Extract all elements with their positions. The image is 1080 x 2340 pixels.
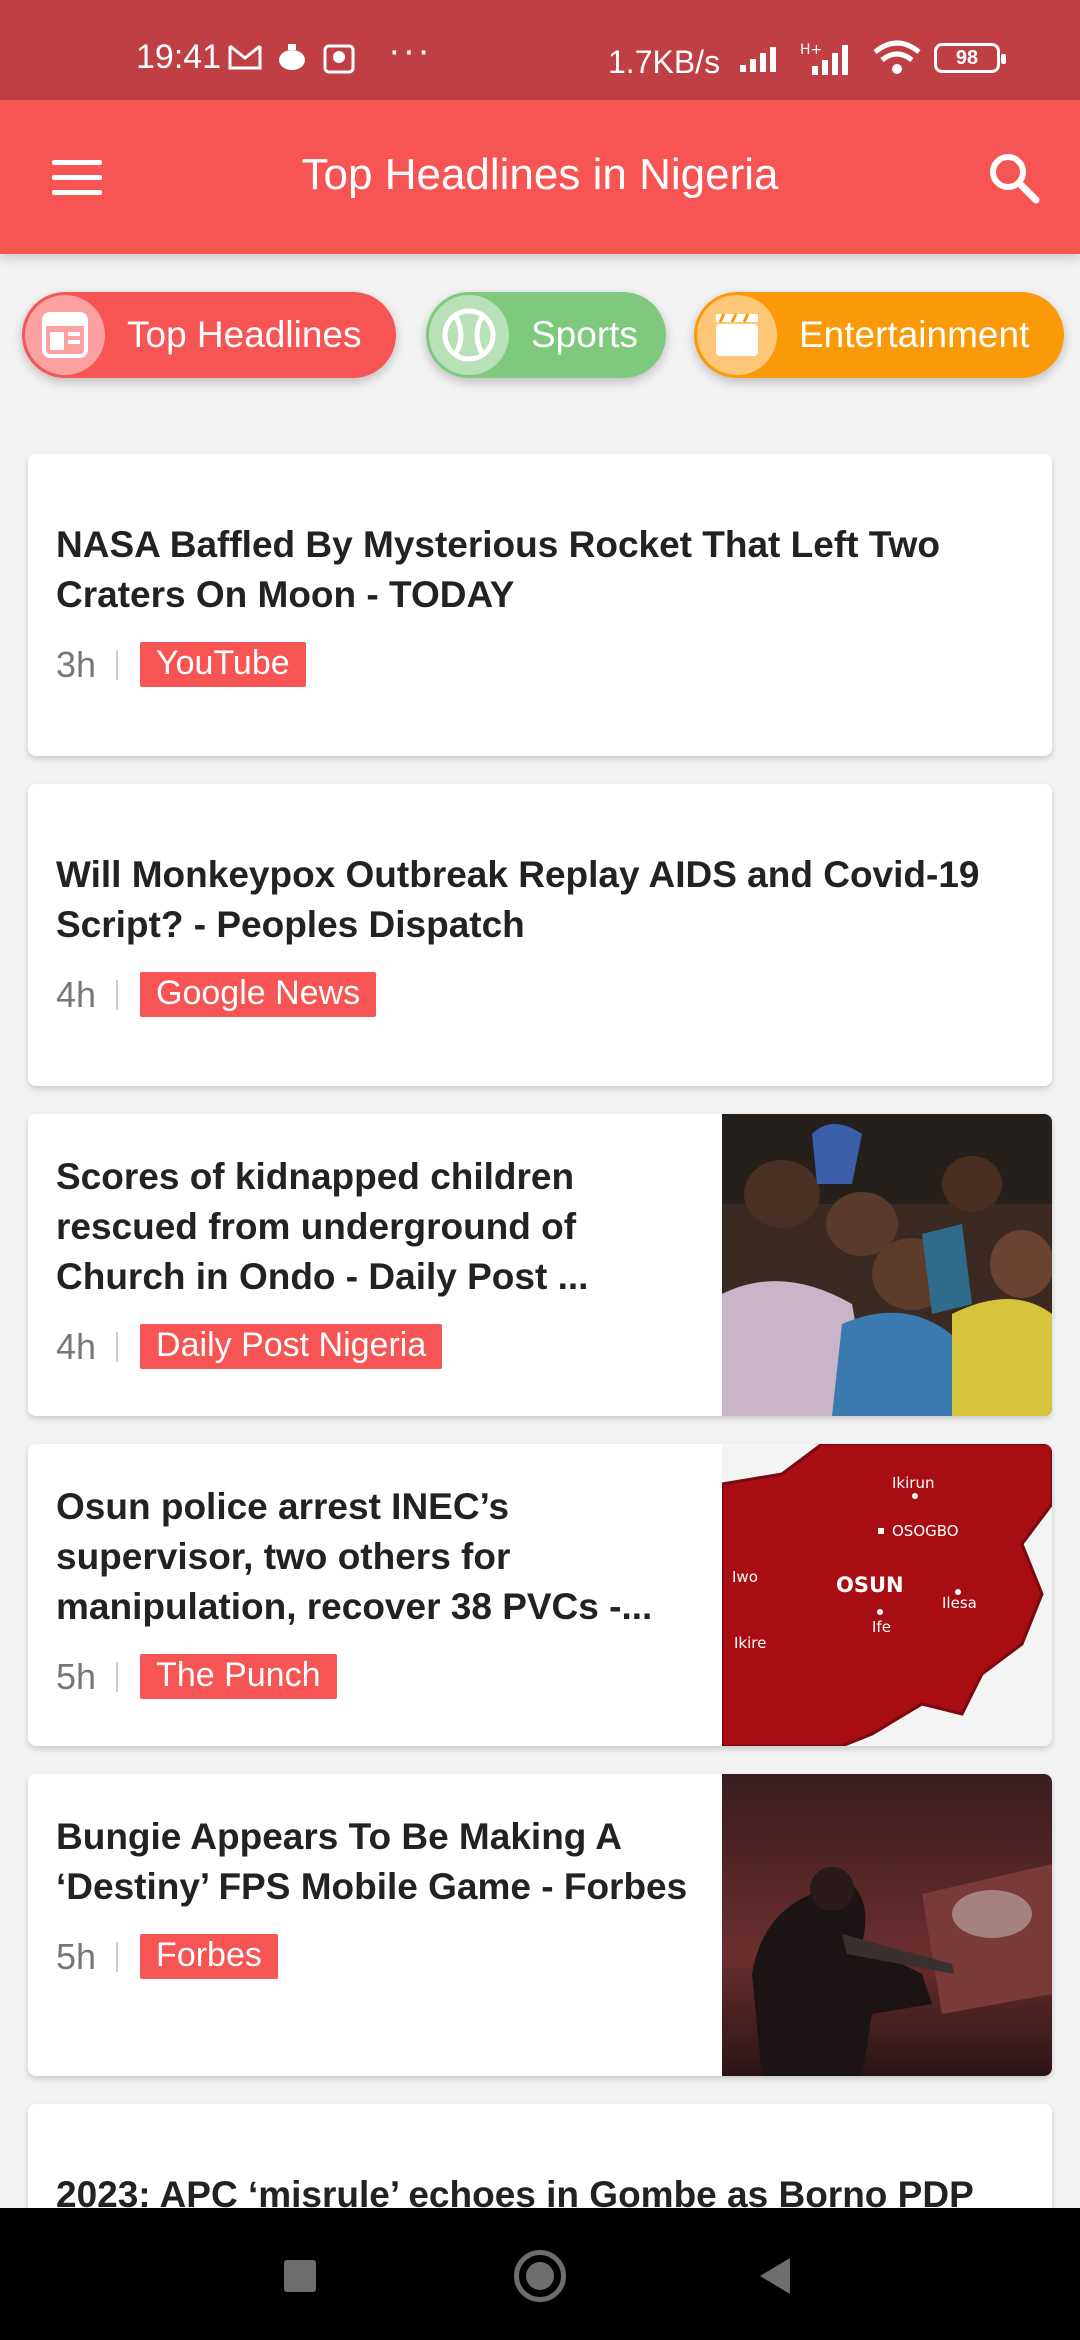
destiny-game-thumbnail	[722, 1774, 1052, 2076]
source-badge: The Punch	[140, 1654, 337, 1699]
status-time: 19:41	[136, 38, 222, 76]
source-badge: Google News	[140, 972, 377, 1017]
svg-text:H+: H+	[800, 42, 822, 58]
signal-icon	[740, 47, 776, 72]
ball-icon	[429, 295, 509, 375]
home-button[interactable]	[514, 2250, 566, 2302]
headline: NASA Baffled By Mysterious Rocket That L…	[56, 524, 940, 615]
time-ago: 4h	[56, 1325, 97, 1367]
wifi-icon	[873, 40, 921, 74]
divider	[116, 1661, 119, 1692]
newspaper-icon	[25, 295, 105, 375]
status-notification-icons	[228, 40, 356, 74]
time-ago: 5h	[56, 1935, 97, 1977]
map-label-osogbo: OSOGBO	[892, 1522, 959, 1540]
map-label-iwo: Iwo	[732, 1568, 758, 1586]
headline: Bungie Appears To Be Making A ‘Destiny’ …	[56, 1816, 688, 1907]
news-card[interactable]: Will Monkeypox Outbreak Replay AIDS and …	[28, 784, 1052, 1086]
time-ago: 4h	[56, 973, 97, 1015]
recents-button[interactable]	[284, 2260, 316, 2292]
status-more: ···	[388, 30, 432, 72]
news-card[interactable]: Bungie Appears To Be Making A ‘Destiny’ …	[28, 1774, 1052, 2076]
app-notification-icon	[323, 44, 355, 74]
map-label-ikire: Ikire	[734, 1634, 766, 1652]
status-bar: 19:41 ··· 1.7KB/s H+ 98	[0, 0, 1080, 100]
divider	[116, 979, 119, 1010]
source-badge: Forbes	[140, 1934, 278, 1979]
chip-label: Sports	[531, 314, 638, 355]
divider	[116, 1331, 119, 1362]
chip-label: Top Headlines	[127, 314, 362, 355]
search-icon[interactable]	[986, 150, 1042, 206]
headline: Will Monkeypox Outbreak Replay AIDS and …	[56, 854, 980, 945]
map-label-osun: OSUN	[836, 1573, 904, 1597]
h-plus-signal-icon: H+	[800, 42, 848, 75]
battery-level: 98	[955, 46, 979, 69]
chip-top-headlines[interactable]: Top Headlines	[22, 292, 396, 378]
system-nav-bar	[0, 2208, 1080, 2340]
notification-icon	[279, 44, 305, 70]
status-system-icons: H+ 98	[738, 40, 1006, 76]
back-button[interactable]	[760, 2258, 790, 2294]
time-ago: 3h	[56, 643, 97, 685]
category-chips: Top Headlines Sports Entertainment	[22, 292, 1072, 382]
battery-icon: 98	[934, 43, 1006, 73]
headline: Osun police arrest INEC’s supervisor, tw…	[56, 1486, 653, 1627]
chip-label: Entertainment	[799, 314, 1030, 355]
chip-sports[interactable]: Sports	[426, 292, 666, 378]
news-card[interactable]: Scores of kidnapped children rescued fro…	[28, 1114, 1052, 1416]
news-card[interactable]: NASA Baffled By Mysterious Rocket That L…	[28, 454, 1052, 756]
osun-map-thumbnail: Ikirun OSOGBO Iwo OSUN Ilesa Ife Ikire	[722, 1444, 1052, 1746]
map-label-ife: Ife	[872, 1618, 891, 1636]
source-badge: YouTube	[140, 642, 306, 687]
divider	[116, 1941, 119, 1972]
divider	[116, 649, 119, 680]
gmail-icon	[228, 44, 262, 70]
app-bar: Top Headlines in Nigeria	[0, 100, 1080, 254]
time-ago: 5h	[56, 1655, 97, 1697]
clapperboard-icon	[697, 295, 777, 375]
map-label-ikirun: Ikirun	[892, 1474, 934, 1492]
news-card[interactable]: Osun police arrest INEC’s supervisor, tw…	[28, 1444, 1052, 1746]
headline: Scores of kidnapped children rescued fro…	[56, 1156, 589, 1297]
map-label-ilesa: Ilesa	[942, 1594, 977, 1612]
chip-entertainment[interactable]: Entertainment	[694, 292, 1064, 378]
network-speed: 1.7KB/s	[608, 44, 721, 80]
source-badge: Daily Post Nigeria	[140, 1324, 443, 1369]
children-photo-thumbnail	[722, 1114, 1052, 1416]
page-title: Top Headlines in Nigeria	[301, 150, 779, 199]
